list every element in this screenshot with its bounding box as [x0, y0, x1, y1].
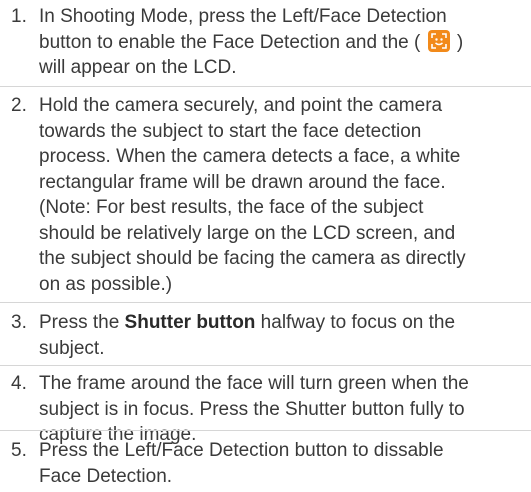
step-line: subject is in focus. Press the Shutter b… — [39, 398, 465, 420]
line-text: halfway to focus on the — [255, 312, 456, 333]
step-text: Hold the camera securely, and point the … — [39, 93, 531, 297]
step-number: 2. — [11, 95, 27, 116]
step-line: should be relatively large on the LCD sc… — [39, 222, 456, 244]
divider — [0, 430, 531, 431]
step-line: will appear on the LCD. — [39, 57, 237, 78]
shutter-button-term: Shutter button — [124, 312, 256, 333]
step-text: The frame around the face will turn gree… — [39, 371, 531, 448]
step-line: rectangular frame will be drawn around t… — [39, 171, 446, 193]
step-line: The frame around the face will turn gree… — [39, 373, 469, 394]
step-line: towards the subject to start the face de… — [39, 120, 422, 142]
step-line: the subject should be facing the camera … — [39, 248, 466, 269]
divider — [0, 302, 531, 303]
step-number: 4. — [11, 373, 27, 394]
step-line: Face Detection. — [39, 465, 173, 487]
step-line: process. When the camera detects a face,… — [39, 146, 461, 167]
step-number: 1. — [11, 6, 27, 27]
step-line: Press the Shutter button halfway to focu… — [39, 310, 531, 336]
step-text: In Shooting Mode, press the Left/Face De… — [39, 4, 531, 81]
divider — [0, 365, 531, 366]
step-text: Press the Left/Face Detection button to … — [39, 438, 531, 489]
step-line: Press the Left/Face Detection button to … — [39, 440, 444, 461]
step-line: on as possible.) — [39, 273, 173, 295]
step-line: Hold the camera securely, and point the … — [39, 95, 443, 116]
line-text: button to enable the Face Detection and … — [39, 31, 421, 53]
step-line: In Shooting Mode, press the Left/Face De… — [39, 6, 447, 27]
step-line: button to enable the Face Detection and … — [39, 29, 531, 56]
face-detection-icon — [427, 29, 450, 52]
divider — [0, 86, 531, 87]
step-text: Press the Shutter button halfway to focu… — [39, 310, 531, 361]
step-number: 3. — [11, 312, 27, 333]
step-line: subject. — [39, 337, 105, 359]
instructions-document: 1. In Shooting Mode, press the Left/Face… — [0, 0, 531, 492]
step-line: (Note: For best results, the face of the… — [39, 197, 424, 218]
step-number: 5. — [11, 440, 27, 461]
line-text: Press the — [39, 312, 125, 333]
line-text: ) — [456, 31, 464, 53]
